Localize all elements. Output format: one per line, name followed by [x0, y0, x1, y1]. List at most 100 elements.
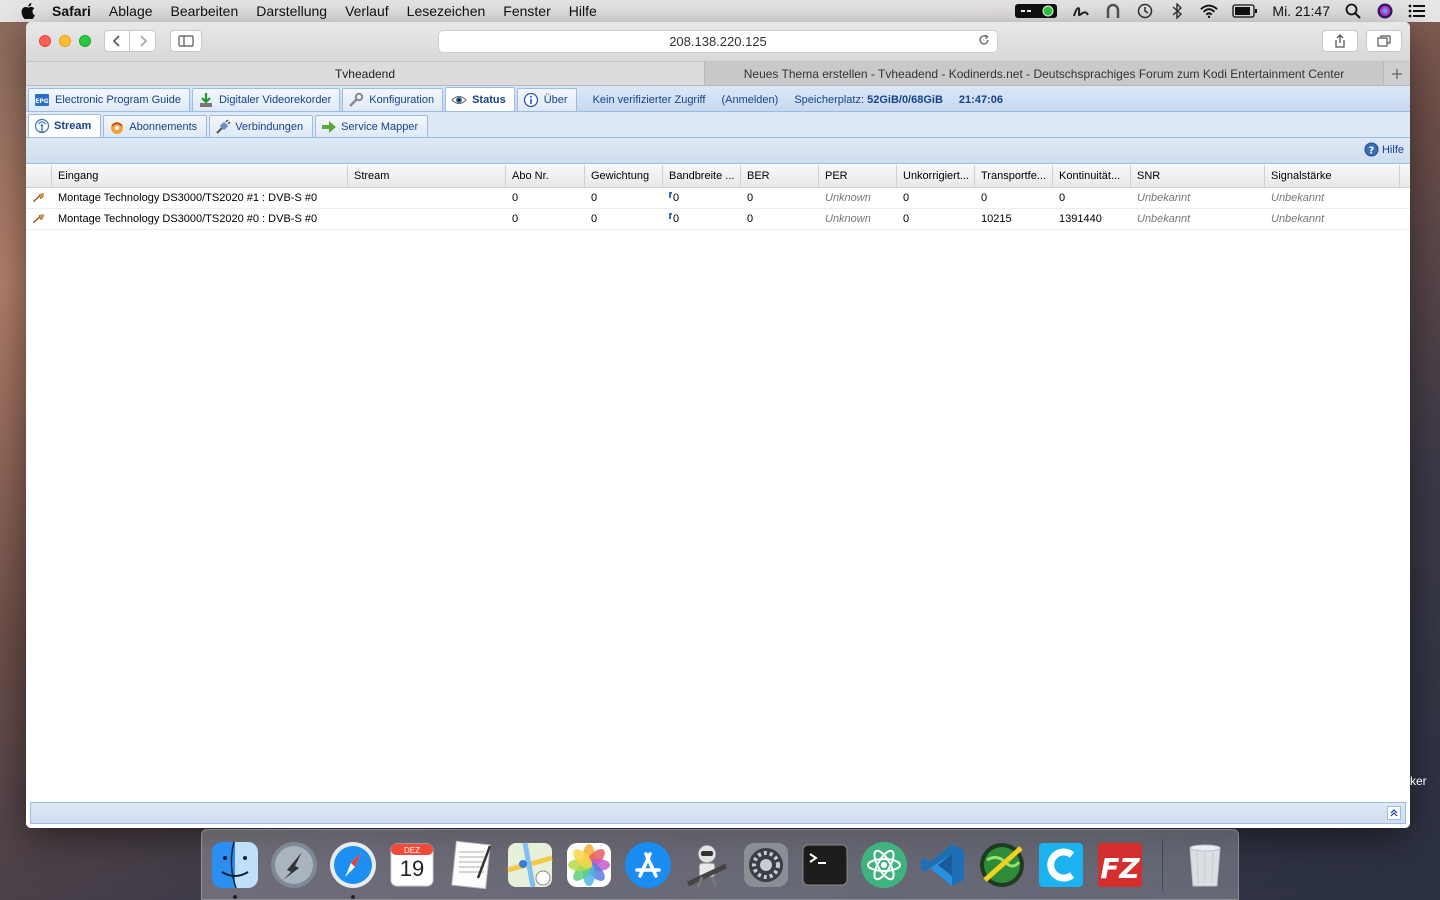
minimize-window-button[interactable] [59, 35, 71, 47]
column-header[interactable]: Bandbreite ... [663, 165, 741, 187]
calendar-month: DEZ [404, 845, 420, 855]
menu-hilfe[interactable]: Hilfe [569, 3, 597, 19]
column-header[interactable]: Abo Nr. [506, 165, 585, 187]
new-tab-button[interactable] [1384, 62, 1410, 85]
broom-icon[interactable] [26, 209, 52, 229]
help-label: Hilfe [1381, 143, 1404, 156]
system-preferences-icon[interactable] [741, 840, 791, 890]
photos-icon[interactable] [564, 840, 614, 890]
sub-tab-bar: Stream Abonnements Verbindungen Service … [26, 112, 1410, 138]
filezilla-icon[interactable]: FZ [1095, 840, 1145, 890]
c-app-icon[interactable] [1036, 840, 1086, 890]
notification-center-icon[interactable] [1408, 3, 1426, 19]
tab-config[interactable]: Konfiguration [342, 88, 444, 111]
vscode-icon[interactable] [918, 840, 968, 890]
cell-transport-errors: 0 [981, 192, 988, 204]
tab-label: Electronic Program Guide [55, 94, 181, 106]
tab-epg[interactable]: EPG Electronic Program Guide [28, 88, 190, 111]
storage-value: 52GiB/0/68GiB [867, 93, 943, 106]
tab-status[interactable]: Status [445, 87, 515, 111]
column-header-icon [26, 165, 52, 187]
tvheadend-app: EPG Electronic Program Guide Digitaler V… [26, 86, 1410, 828]
textedit-icon[interactable] [446, 840, 496, 890]
back-button[interactable] [104, 30, 130, 52]
menubar-clock[interactable]: Mi. 21:47 [1272, 3, 1330, 19]
column-header[interactable]: Kontinuität... [1053, 165, 1131, 187]
menu-darstellung[interactable]: Darstellung [256, 3, 327, 19]
table-row[interactable]: Montage Technology DS3000/TS2020 #1 : DV… [26, 188, 1410, 209]
safari-window: 208.138.220.125 Tvheadend Neues Thema er… [26, 22, 1410, 828]
menu-lesezeichen[interactable]: Lesezeichen [407, 3, 486, 19]
signature-icon[interactable] [1072, 3, 1090, 19]
bluetooth-icon[interactable] [1168, 3, 1186, 19]
subtab-stream[interactable]: Stream [28, 114, 102, 137]
subscriptions-icon [109, 119, 125, 135]
forward-button[interactable] [130, 30, 156, 52]
bandwidth-marker-icon [669, 213, 672, 219]
apple-icon[interactable] [18, 0, 38, 22]
column-header[interactable]: Gewichtung [585, 165, 663, 187]
calendar-icon[interactable]: DEZ 19 [387, 840, 437, 890]
automator-icon[interactable] [682, 840, 732, 890]
trash-icon[interactable] [1180, 840, 1230, 890]
column-header[interactable]: PER [819, 165, 897, 187]
login-link[interactable]: (Anmelden) [721, 94, 778, 106]
column-header[interactable]: Signalstärke [1265, 165, 1400, 187]
storage-info: Speicherplatz: 52GiB/0/68GiB [794, 94, 943, 106]
tab-label: Digitaler Videorekorder [218, 94, 332, 106]
cell-input: Montage Technology DS3000/TS2020 #0 : DV… [58, 213, 318, 225]
broom-icon[interactable] [26, 188, 52, 208]
menu-app-safari[interactable]: Safari [52, 3, 91, 19]
column-header[interactable]: Stream [348, 165, 506, 187]
menu-verlauf[interactable]: Verlauf [345, 3, 389, 19]
share-button[interactable] [1322, 30, 1358, 52]
subtab-subscriptions[interactable]: Abonnements [103, 115, 208, 137]
atom-icon[interactable] [859, 840, 909, 890]
calendar-day: 19 [399, 855, 425, 881]
cell-per: Unknown [825, 213, 871, 225]
fullscreen-window-button[interactable] [79, 35, 91, 47]
help-button[interactable]: ? Hilfe [1364, 142, 1404, 157]
address-bar[interactable]: 208.138.220.125 [438, 30, 998, 53]
column-header[interactable]: Eingang [52, 165, 348, 187]
safari-icon[interactable] [328, 840, 378, 899]
close-window-button[interactable] [39, 35, 51, 47]
running-indicator [351, 894, 355, 899]
svg-text:?: ? [1369, 145, 1374, 156]
tab-dvr[interactable]: Digitaler Videorekorder [191, 88, 341, 111]
terminal-icon[interactable] [800, 840, 850, 890]
time-machine-icon[interactable] [1136, 3, 1154, 19]
browser-tab-tvheadend[interactable]: Tvheadend [26, 62, 705, 85]
column-header[interactable]: Unkorrigiert... [897, 165, 975, 187]
chevron-left-icon [112, 35, 120, 47]
subtab-service-mapper[interactable]: Service Mapper [315, 115, 429, 137]
wifi-icon[interactable] [1200, 3, 1219, 19]
tab-label: Konfiguration [369, 94, 435, 106]
reload-icon[interactable] [978, 34, 990, 49]
subtab-label: Abonnements [129, 120, 198, 133]
finder-icon[interactable] [210, 840, 260, 899]
siri-icon[interactable] [1376, 3, 1394, 19]
menu-ablage[interactable]: Ablage [109, 3, 153, 19]
column-header[interactable]: BER [741, 165, 819, 187]
menu-fenster[interactable]: Fenster [503, 3, 550, 19]
globe-app-icon[interactable] [977, 840, 1027, 890]
status-pill-icon[interactable] [1014, 3, 1058, 19]
spotlight-icon[interactable] [1344, 3, 1362, 19]
column-header[interactable]: SNR [1131, 165, 1265, 187]
share-icon [1335, 34, 1345, 48]
expand-log-button[interactable] [1387, 806, 1401, 820]
battery-icon[interactable] [1232, 3, 1258, 19]
browser-tab-kodinerds[interactable]: Neues Thema erstellen - Tvheadend - Kodi… [705, 62, 1384, 85]
subtab-connections[interactable]: Verbindungen [209, 115, 314, 137]
column-header[interactable]: Transportfe... [975, 165, 1053, 187]
launchpad-icon[interactable] [269, 840, 319, 890]
sidebar-toggle-button[interactable] [170, 30, 202, 52]
table-row[interactable]: Montage Technology DS3000/TS2020 #0 : DV… [26, 209, 1410, 230]
appstore-icon[interactable] [623, 840, 673, 890]
tab-overview-button[interactable] [1366, 30, 1402, 52]
tab-about[interactable]: Über [516, 88, 577, 111]
arch-icon[interactable] [1104, 3, 1122, 19]
maps-icon[interactable] [505, 840, 555, 890]
menu-bearbeiten[interactable]: Bearbeiten [171, 3, 239, 19]
